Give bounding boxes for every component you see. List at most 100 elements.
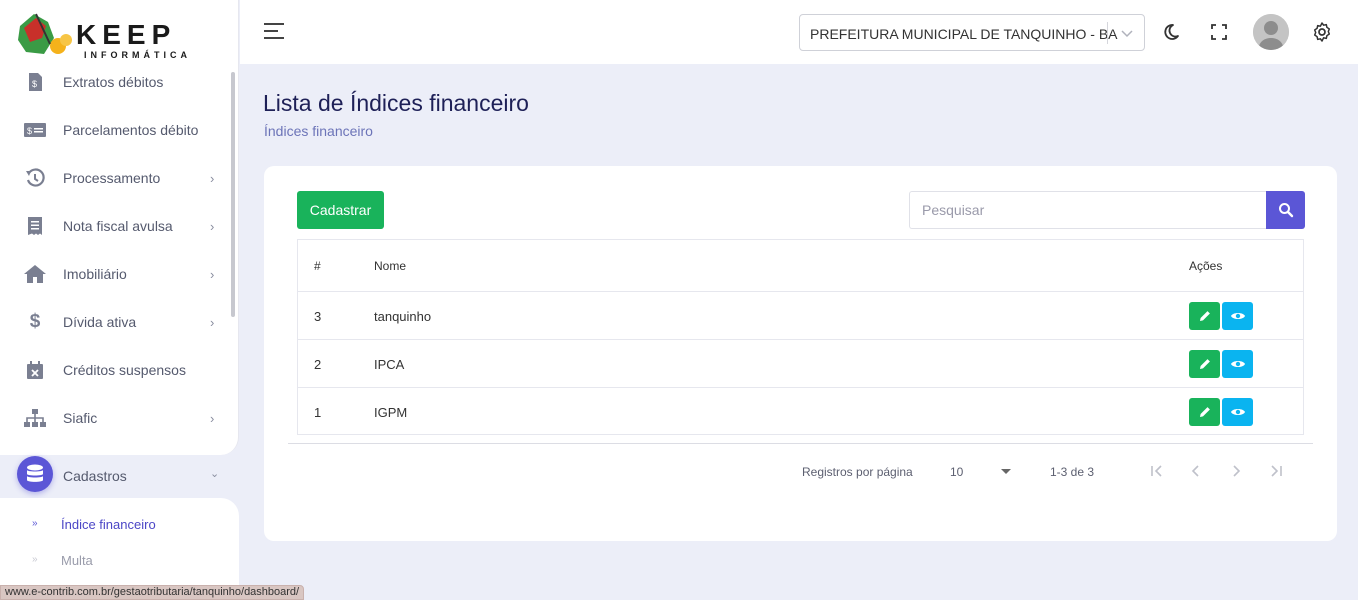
chevron-right-icon: › [210,170,215,186]
search-button[interactable] [1266,191,1305,229]
previous-page-icon[interactable] [1187,463,1205,479]
sidebar-item-creditos-suspensos[interactable]: Créditos suspensos [0,346,239,394]
menu-icon[interactable] [264,23,284,41]
invoice-icon [24,215,46,237]
table-row: 2 IPCA [298,340,1303,388]
sidebar-item-label: Extratos débitos [63,74,164,90]
table-footer-divider [288,443,1313,444]
cell-nome: IGPM [374,405,408,420]
table-row: 1 IGPM [298,388,1303,436]
indices-table: # Nome Ações 3 tanquinho 2 IPCA 1 IGPM [297,239,1304,435]
view-button[interactable] [1222,302,1253,330]
sidebar-item-processamento[interactable]: Processamento › [0,154,239,202]
submenu-item-indice-financeiro[interactable]: » Índice financeiro [0,510,239,540]
sidebar-item-extratos-debitos[interactable]: $ Extratos débitos [0,58,239,106]
first-page-icon[interactable] [1148,463,1166,479]
sidebar-item-siafic[interactable]: Siafic › [0,394,239,442]
table-row: 3 tanquinho [298,292,1303,340]
sitemap-icon [24,407,46,429]
avatar[interactable] [1253,14,1289,50]
money-card-icon: $ [24,119,46,141]
eye-icon [1230,361,1245,367]
chevron-double-right-icon: » [32,518,38,529]
search-group [909,191,1305,229]
column-header-id: # [314,259,321,273]
dollar-icon: $ [29,311,41,332]
chevron-down-icon: ⌄ [210,468,220,480]
logo-wordmark: KEEP [76,19,176,50]
sidebar-item-label: Siafic [63,410,98,426]
cell-id: 2 [314,357,322,372]
sidebar-scrollbar[interactable] [231,72,235,317]
keep-logo[interactable]: KEEP INFORMÁTICA [14,8,224,64]
eye-icon [1230,409,1245,415]
edit-button[interactable] [1189,398,1220,426]
sidebar-item-label: Processamento [63,170,161,186]
submenu-item-label: Índice financeiro [61,517,156,532]
view-button[interactable] [1222,398,1253,426]
cadastrar-button[interactable]: Cadastrar [297,191,384,229]
gear-icon[interactable] [1310,20,1334,44]
submenu-item-label: Multa [61,553,93,568]
sidebar-item-label: Créditos suspensos [63,362,186,378]
sidebar-item-divida-ativa[interactable]: $ Dívida ativa › [0,298,239,346]
pencil-icon [1199,359,1210,369]
sidebar-item-label: Cadastros [63,468,127,484]
breadcrumb[interactable]: Índices financeiro [264,123,373,139]
fullscreen-icon[interactable] [1207,20,1231,44]
top-header: PREFEITURA MUNICIPAL DE TANQUINHO - BA [240,0,1358,64]
calendar-x-icon [24,359,46,381]
organization-select-value: PREFEITURA MUNICIPAL DE TANQUINHO - BA [810,26,1118,42]
sidebar-item-label: Nota fiscal avulsa [63,218,173,234]
chevron-right-icon: › [210,218,215,234]
sidebar-item-label: Dívida ativa [63,314,137,330]
chevron-right-icon: › [210,410,215,426]
organization-select[interactable]: PREFEITURA MUNICIPAL DE TANQUINHO - BA [799,14,1145,51]
chevron-right-icon: › [210,266,215,282]
table-header: # Nome Ações [298,240,1303,292]
pencil-icon [1199,311,1210,321]
edit-button[interactable] [1189,302,1220,330]
view-button[interactable] [1222,350,1253,378]
database-icon [17,456,53,492]
sidebar-item-label: Imobiliário [63,266,127,282]
cell-id: 1 [314,405,322,420]
history-icon [24,167,46,189]
content-card: Cadastrar # Nome Ações 3 tanquinho 2 IPC… [264,166,1337,541]
last-page-icon[interactable] [1267,463,1285,479]
cell-nome: tanquinho [374,309,432,324]
sidebar-item-label: Parcelamentos débito [63,122,199,138]
sidebar-item-parcelamentos-debito[interactable]: $ Parcelamentos débito [0,106,239,154]
status-url: www.e-contrib.com.br/gestaotributaria/ta… [0,585,305,600]
receipt-dollar-icon: $ [24,71,46,93]
cell-nome: IPCA [374,357,405,372]
search-input[interactable] [909,191,1267,229]
select-separator [1107,22,1108,44]
chevron-down-icon[interactable] [1118,24,1136,42]
sidebar-item-imobiliario[interactable]: Imobiliário › [0,250,239,298]
edit-button[interactable] [1189,350,1220,378]
cell-id: 3 [314,309,322,324]
sidebar-item-nota-fiscal-avulsa[interactable]: Nota fiscal avulsa › [0,202,239,250]
column-header-nome: Nome [374,259,407,273]
eye-icon [1230,313,1245,319]
search-icon [1278,203,1293,218]
pagination-range: 1-3 de 3 [1050,465,1095,479]
chevron-double-right-icon: » [32,554,38,565]
submenu-item-multa[interactable]: » Multa [0,546,239,576]
column-header-acoes: Ações [1189,259,1223,273]
sidebar: KEEP INFORMÁTICA $ Extratos débitos $ Pa… [0,0,305,600]
next-page-icon[interactable] [1227,463,1245,479]
rows-per-page-label: Registros por página [802,465,913,479]
page-title: Lista de Índices financeiro [263,90,529,116]
home-icon [24,263,46,285]
moon-icon[interactable] [1158,20,1182,44]
svg-text:$: $ [27,126,32,136]
sidebar-menu-panel: KEEP INFORMÁTICA $ Extratos débitos $ Pa… [0,0,239,455]
rows-per-page-select[interactable]: 10 [950,465,963,479]
sidebar-item-cadastros[interactable]: Cadastros ⌄ [0,455,239,499]
svg-text:$: $ [32,79,37,89]
caret-down-icon[interactable] [1000,463,1012,474]
chevron-right-icon: › [210,314,215,330]
pencil-icon [1199,407,1210,417]
